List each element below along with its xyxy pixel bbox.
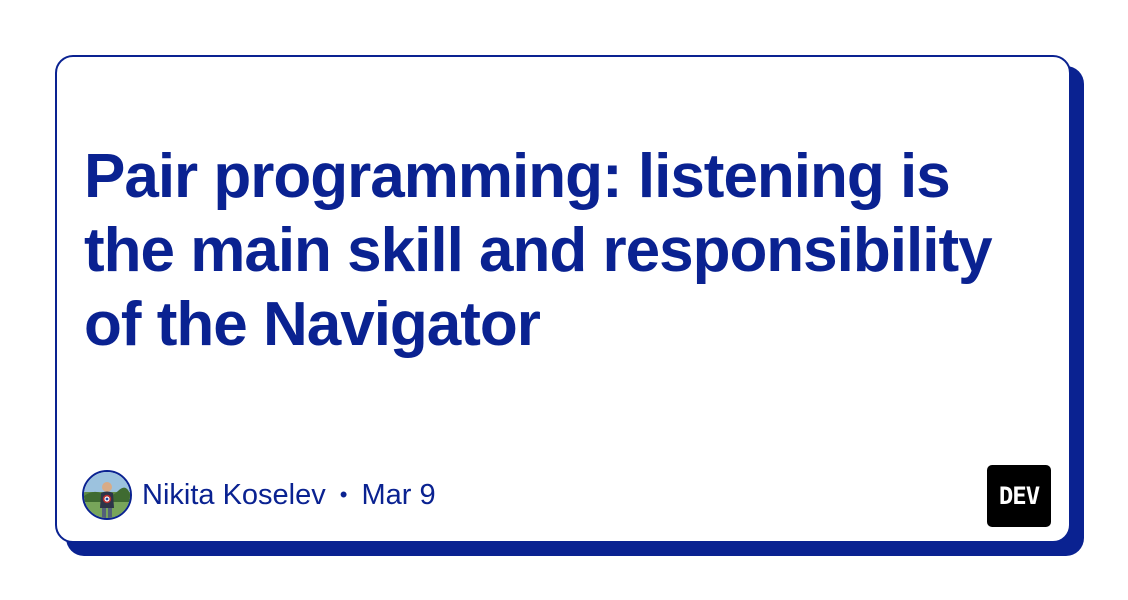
author-avatar[interactable] <box>82 470 132 520</box>
meta-separator: • <box>339 482 348 507</box>
article-title[interactable]: Pair programming: listening is the main … <box>84 140 1034 362</box>
dev-logo-text: DEV <box>998 482 1040 510</box>
article-card[interactable]: Pair programming: listening is the main … <box>55 55 1071 543</box>
dev-logo-icon[interactable]: DEV <box>987 465 1051 527</box>
publish-date: Mar 9 <box>361 478 436 511</box>
author-meta: Nikita Koselev • Mar 9 <box>82 467 436 523</box>
avatar-photo-icon <box>84 472 130 518</box>
author-name[interactable]: Nikita Koselev <box>142 479 326 512</box>
